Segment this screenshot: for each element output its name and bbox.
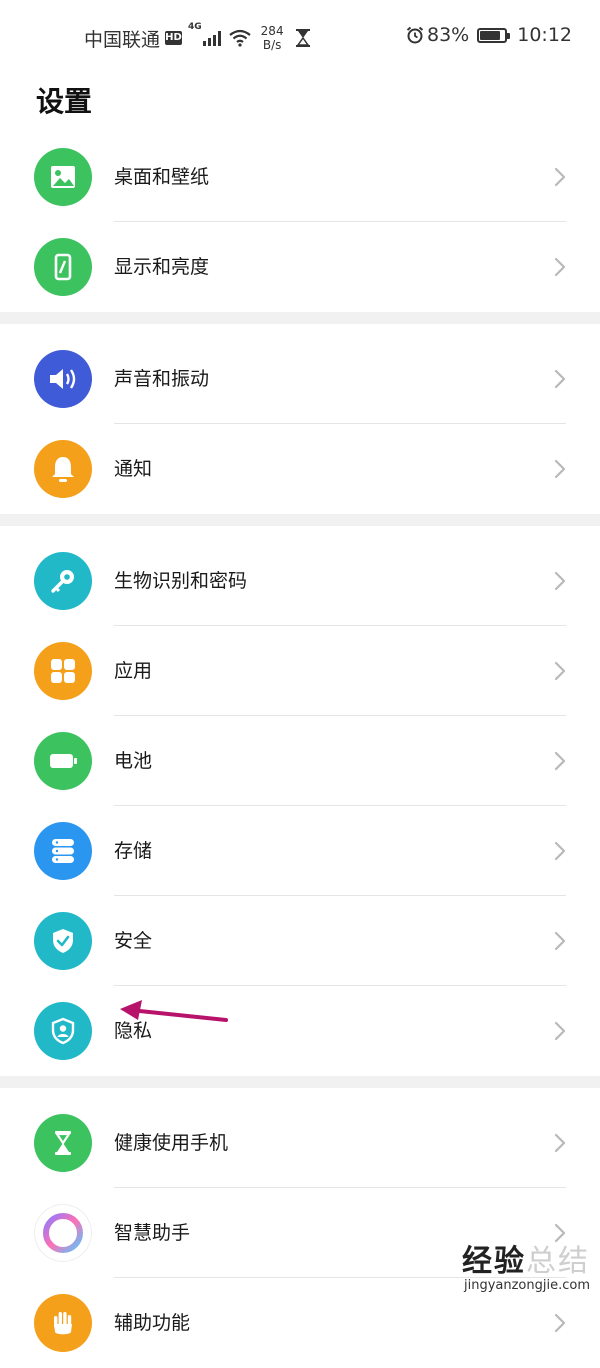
hd-badge: HD <box>165 31 183 45</box>
chevron-right-icon <box>554 571 566 591</box>
battery-percent: 83% <box>427 24 470 46</box>
speed-unit: B/s <box>262 38 282 52</box>
sound-icon <box>34 350 92 408</box>
shield-check-icon <box>34 912 92 970</box>
group-separator <box>0 1076 600 1088</box>
chevron-right-icon <box>554 167 566 187</box>
settings-item-sound[interactable]: 声音和振动 <box>0 334 600 424</box>
carrier-name: 中国联通 <box>84 28 161 51</box>
assistant-icon <box>34 1204 92 1262</box>
watermark: 经验总结 jingyanzongjie.com <box>462 1236 590 1293</box>
settings-item-label: 安全 <box>114 930 153 952</box>
key-icon <box>34 552 92 610</box>
battery-level-fill <box>480 30 501 40</box>
storage-icon <box>34 822 92 880</box>
group-separator <box>0 312 600 324</box>
settings-item-shield-check[interactable]: 安全 <box>0 896 600 986</box>
settings-item-hourglass[interactable]: 健康使用手机 <box>0 1098 600 1188</box>
battery-icon <box>477 27 511 43</box>
annotation-arrow-icon <box>120 1000 228 1022</box>
alarm-icon <box>406 26 424 44</box>
watermark-ghost: 总结 <box>526 1244 590 1279</box>
display-icon <box>34 238 92 296</box>
settings-item-label: 生物识别和密码 <box>114 570 248 592</box>
watermark-main: 经验总结 <box>462 1236 590 1280</box>
watermark-url: jingyanzongjie.com <box>463 1278 590 1293</box>
bell-icon <box>34 440 92 498</box>
chevron-right-icon <box>554 459 566 479</box>
battery-icon <box>34 732 92 790</box>
chevron-right-icon <box>554 1133 566 1153</box>
page-title: 设置 <box>36 85 93 118</box>
group-separator <box>0 514 600 526</box>
network-speed: 284 B/s <box>261 24 284 52</box>
settings-item-apps[interactable]: 应用 <box>0 626 600 716</box>
settings-item-label: 辅助功能 <box>114 1312 191 1334</box>
chevron-right-icon <box>554 257 566 277</box>
hand-icon <box>34 1294 92 1352</box>
chevron-right-icon <box>554 661 566 681</box>
settings-item-storage[interactable]: 存储 <box>0 806 600 896</box>
settings-item-label: 健康使用手机 <box>114 1132 229 1154</box>
settings-item-label: 应用 <box>114 660 153 682</box>
settings-item-label: 显示和亮度 <box>114 256 210 278</box>
chevron-right-icon <box>554 369 566 389</box>
status-bar: 中国联通 HD 4G 284 B/s 83% 10:12 <box>0 0 600 76</box>
chevron-right-icon <box>554 931 566 951</box>
chevron-right-icon <box>554 751 566 771</box>
apps-icon <box>34 642 92 700</box>
network-generation: 4G <box>188 22 202 32</box>
settings-item-label: 通知 <box>114 458 153 480</box>
hourglass-icon <box>34 1114 92 1172</box>
settings-item-bell[interactable]: 通知 <box>0 424 600 514</box>
chevron-right-icon <box>554 1313 566 1333</box>
clock: 10:12 <box>517 24 572 46</box>
settings-item-label: 智慧助手 <box>114 1222 191 1244</box>
wallpaper-icon <box>34 148 92 206</box>
settings-item-wallpaper[interactable]: 桌面和壁纸 <box>0 132 600 222</box>
chevron-right-icon <box>554 1021 566 1041</box>
hourglass-icon <box>295 29 310 47</box>
wifi-icon <box>228 29 251 47</box>
privacy-icon <box>34 1002 92 1060</box>
speed-value: 284 <box>260 24 284 38</box>
settings-item-label: 声音和振动 <box>114 368 210 390</box>
settings-item-label: 电池 <box>114 750 153 772</box>
settings-item-key[interactable]: 生物识别和密码 <box>0 536 600 626</box>
chevron-right-icon <box>554 841 566 861</box>
signal-icon <box>202 30 221 46</box>
settings-item-battery[interactable]: 电池 <box>0 716 600 806</box>
watermark-dark: 经验 <box>462 1244 526 1279</box>
settings-item-label: 存储 <box>114 840 153 862</box>
settings-item-label: 桌面和壁纸 <box>114 166 210 188</box>
settings-item-privacy[interactable]: 隐私 <box>0 986 600 1076</box>
settings-item-display[interactable]: 显示和亮度 <box>0 222 600 312</box>
